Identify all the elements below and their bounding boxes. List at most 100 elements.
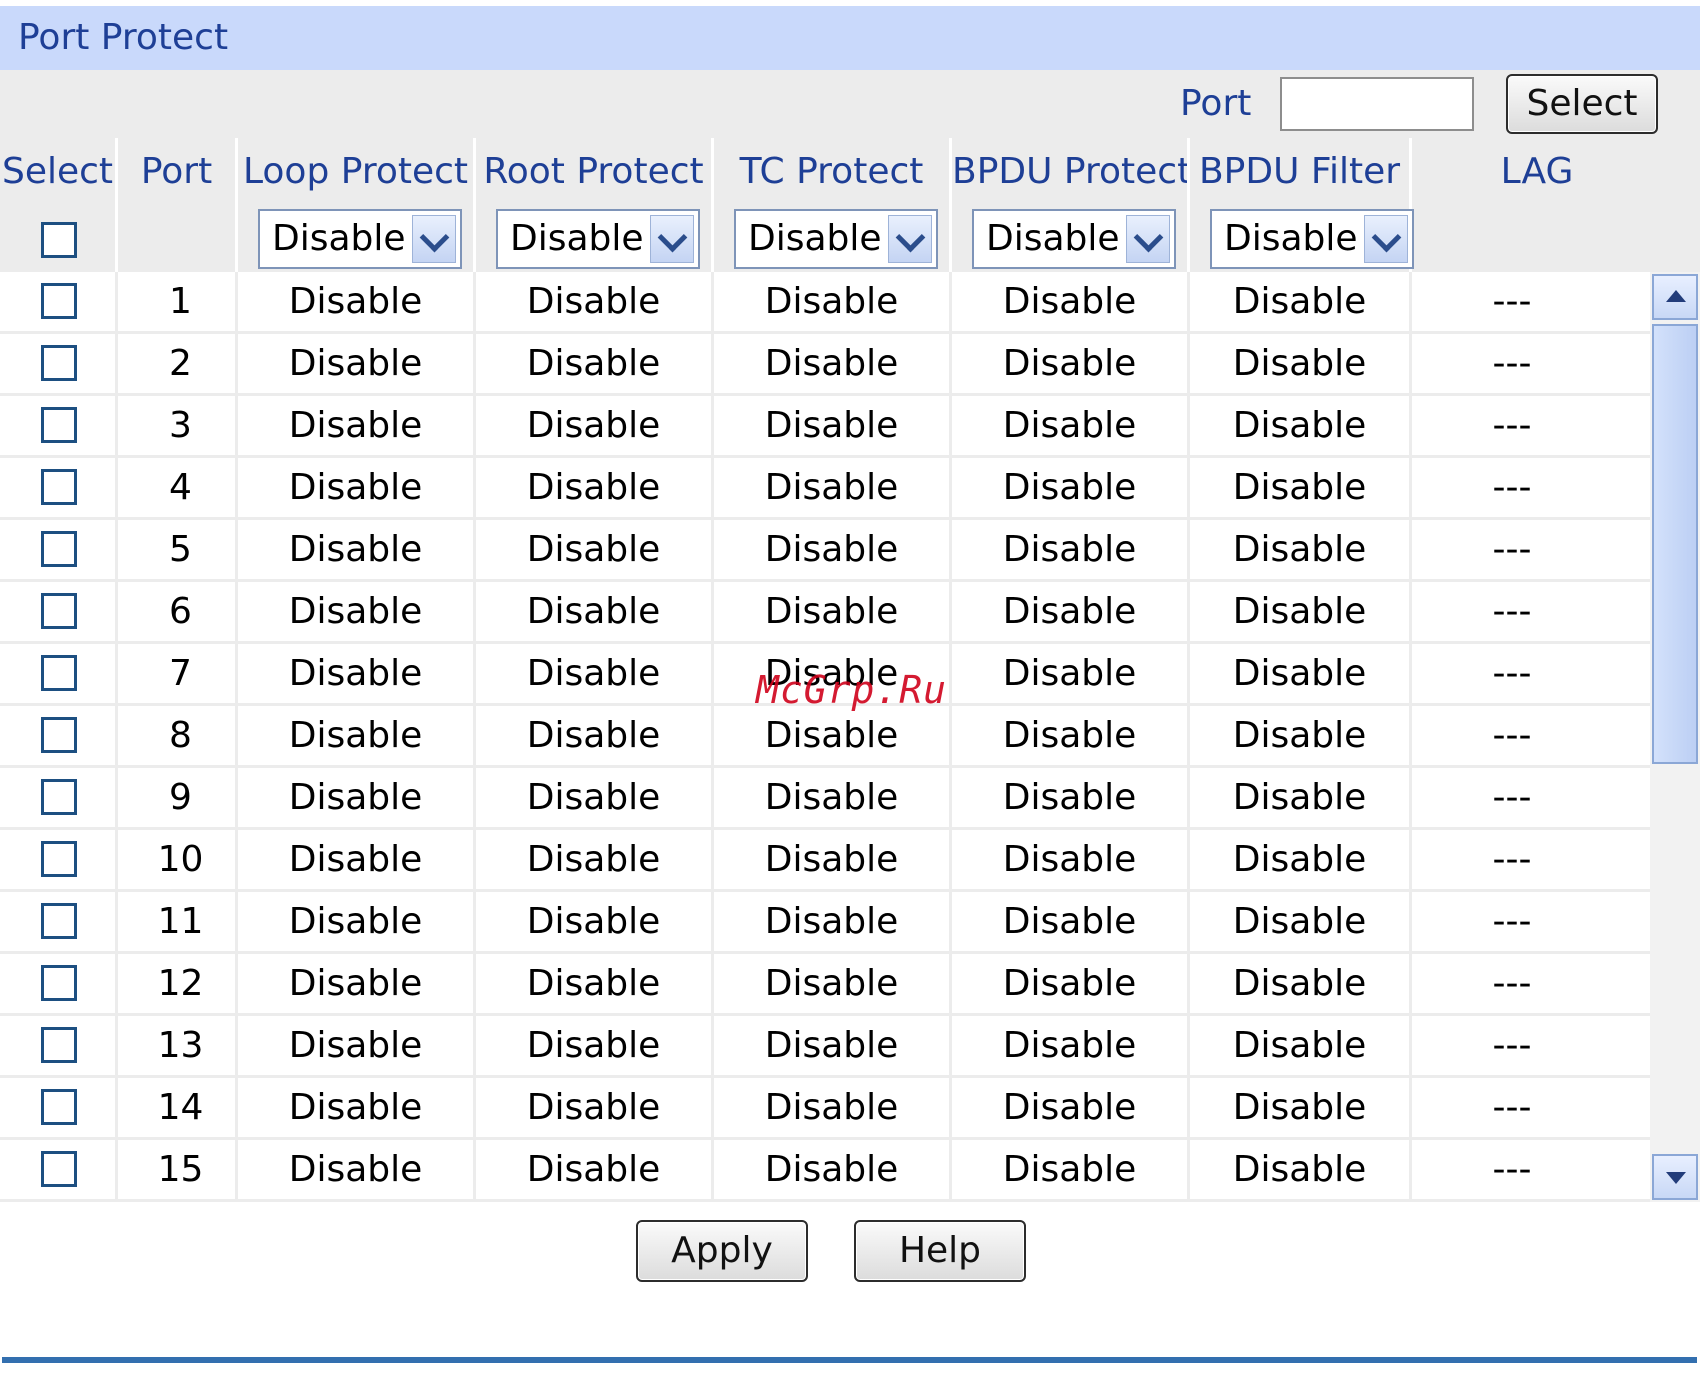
row-checkbox[interactable]	[41, 345, 77, 381]
chevron-down-icon[interactable]	[1364, 215, 1408, 263]
bpdu-protect-value: Disable	[952, 644, 1190, 703]
loop-protect-select[interactable]: Disable	[258, 209, 462, 269]
select-port-button[interactable]: Select	[1506, 74, 1658, 134]
row-select-cell	[0, 458, 118, 517]
row-checkbox[interactable]	[41, 717, 77, 753]
form-actions: Apply Help	[0, 1220, 1700, 1290]
row-checkbox[interactable]	[41, 469, 77, 505]
port-table-body[interactable]: 1 Disable Disable Disable Disable Disable --- 2…	[0, 272, 1650, 1202]
tc-protect-value: Disable	[714, 272, 952, 331]
tc-protect-value: Disable	[714, 892, 952, 951]
bpdu-protect-value: Disable	[952, 396, 1190, 455]
lag-value: ---	[1492, 1087, 1532, 1128]
tc-protect-select[interactable]: Disable	[734, 209, 938, 269]
row-checkbox[interactable]	[41, 283, 77, 319]
root-protect-value: Disable	[476, 768, 714, 827]
table-row: 3 Disable Disable Disable Disable Disable ---	[0, 396, 1650, 458]
root-protect-value: Disable	[476, 272, 714, 331]
loop-protect-value: Disable	[238, 1078, 476, 1137]
scrollbar-thumb[interactable]	[1652, 324, 1698, 764]
loop-protect-filter-cell: Disable	[238, 208, 476, 272]
bpdu-filter-value: Disable	[1190, 334, 1412, 393]
port-number: 13	[118, 1016, 238, 1075]
root-protect-select[interactable]: Disable	[496, 209, 700, 269]
table-row: 10 Disable Disable Disable Disable Disable ---	[0, 830, 1650, 892]
loop-protect-select-value: Disable	[272, 218, 406, 259]
row-checkbox[interactable]	[41, 531, 77, 567]
loop-protect-value: Disable	[238, 396, 476, 455]
root-protect-value: Disable	[476, 954, 714, 1013]
row-checkbox[interactable]	[41, 779, 77, 815]
loop-protect-value: Disable	[238, 644, 476, 703]
row-checkbox[interactable]	[41, 655, 77, 691]
lag-value: ---	[1492, 529, 1532, 570]
tc-protect-value: Disable	[714, 830, 952, 889]
arrow-up-icon[interactable]	[1652, 274, 1698, 320]
bpdu-filter-select[interactable]: Disable	[1210, 209, 1414, 269]
column-header-bpdu-filter: BPDU Filter	[1190, 138, 1412, 208]
bpdu-protect-value: Disable	[952, 272, 1190, 331]
column-header-row: Select Port Loop Protect Root Protect TC…	[0, 138, 1700, 208]
loop-protect-value: Disable	[238, 1140, 476, 1199]
port-number: 2	[118, 334, 238, 393]
tc-protect-value: Disable	[714, 706, 952, 765]
table-scrollbar[interactable]	[1650, 272, 1700, 1202]
bpdu-filter-select-value: Disable	[1224, 218, 1358, 259]
column-header-root-protect: Root Protect	[476, 138, 714, 208]
lag-value: ---	[1492, 901, 1532, 942]
chevron-down-icon[interactable]	[1126, 215, 1170, 263]
chevron-down-icon[interactable]	[650, 215, 694, 263]
bpdu-filter-value: Disable	[1190, 892, 1412, 951]
port-number: 8	[118, 706, 238, 765]
bpdu-protect-value: Disable	[952, 1016, 1190, 1075]
port-number: 14	[118, 1078, 238, 1137]
bpdu-protect-select[interactable]: Disable	[972, 209, 1176, 269]
bpdu-protect-value: Disable	[952, 458, 1190, 517]
port-number: 4	[118, 458, 238, 517]
row-checkbox[interactable]	[41, 1027, 77, 1063]
loop-protect-value: Disable	[238, 582, 476, 641]
bpdu-filter-value: Disable	[1190, 830, 1412, 889]
lag-value: ---	[1492, 653, 1532, 694]
root-protect-value: Disable	[476, 706, 714, 765]
arrow-down-icon[interactable]	[1652, 1154, 1698, 1200]
port-search-input[interactable]	[1280, 77, 1474, 131]
loop-protect-value: Disable	[238, 520, 476, 579]
row-checkbox[interactable]	[41, 965, 77, 1001]
apply-button[interactable]: Apply	[636, 1220, 808, 1282]
loop-protect-value: Disable	[238, 768, 476, 827]
root-protect-value: Disable	[476, 582, 714, 641]
loop-protect-value: Disable	[238, 458, 476, 517]
row-checkbox[interactable]	[41, 1089, 77, 1125]
root-protect-select-value: Disable	[510, 218, 644, 259]
table-row: 6 Disable Disable Disable Disable Disable ---	[0, 582, 1650, 644]
tc-protect-value: Disable	[714, 520, 952, 579]
row-checkbox[interactable]	[41, 407, 77, 443]
bpdu-filter-value: Disable	[1190, 954, 1412, 1013]
bpdu-protect-value: Disable	[952, 768, 1190, 827]
help-button[interactable]: Help	[854, 1220, 1026, 1282]
row-checkbox[interactable]	[41, 841, 77, 877]
tc-protect-value: Disable	[714, 396, 952, 455]
port-search-label: Port	[1180, 83, 1252, 124]
tc-protect-value: Disable	[714, 1016, 952, 1075]
row-checkbox[interactable]	[41, 593, 77, 629]
root-protect-value: Disable	[476, 830, 714, 889]
row-checkbox[interactable]	[41, 903, 77, 939]
row-checkbox[interactable]	[41, 1151, 77, 1187]
bpdu-protect-filter-cell: Disable	[952, 208, 1190, 272]
port-number: 7	[118, 644, 238, 703]
chevron-down-icon[interactable]	[888, 215, 932, 263]
root-protect-value: Disable	[476, 334, 714, 393]
bpdu-protect-value: Disable	[952, 1140, 1190, 1199]
bpdu-filter-value: Disable	[1190, 396, 1412, 455]
lag-value: ---	[1492, 343, 1532, 384]
chevron-down-icon[interactable]	[412, 215, 456, 263]
root-protect-value: Disable	[476, 1140, 714, 1199]
lag-filter-cell	[1412, 208, 1662, 272]
select-all-checkbox[interactable]	[41, 222, 77, 258]
bpdu-protect-value: Disable	[952, 582, 1190, 641]
bottom-divider	[2, 1357, 1697, 1363]
row-select-cell	[0, 1078, 118, 1137]
port-filter-cell	[118, 208, 238, 272]
